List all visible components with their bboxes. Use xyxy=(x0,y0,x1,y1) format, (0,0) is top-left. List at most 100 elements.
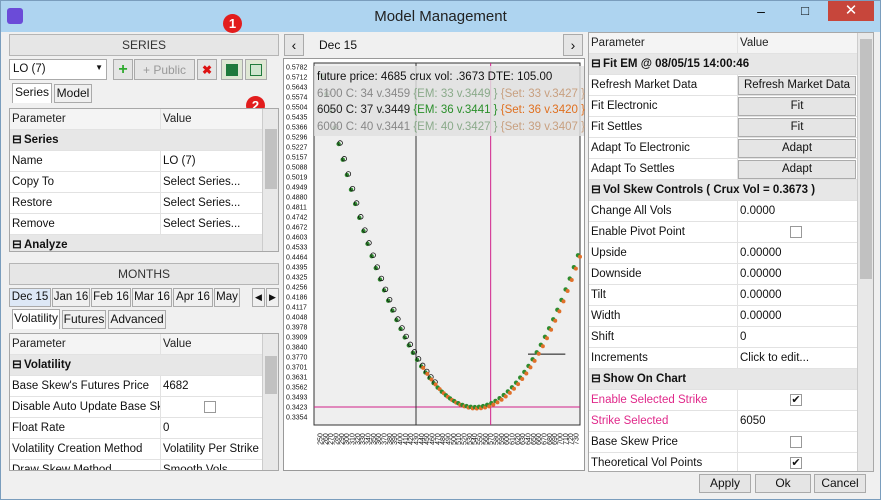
property-value[interactable]: Fit xyxy=(737,96,857,116)
category-row[interactable]: ⊟ Analyze xyxy=(10,235,262,251)
property-value[interactable]: LO (7) xyxy=(160,151,262,171)
property-value[interactable]: Click to edit... xyxy=(737,348,857,368)
property-row[interactable]: Upside 0.00000 xyxy=(589,243,857,264)
collapse-icon[interactable]: ⊟ xyxy=(10,130,24,150)
checkbox[interactable]: ✔ xyxy=(790,457,802,469)
property-value[interactable]: 0 xyxy=(737,327,857,347)
property-row[interactable]: Enable Selected Strike ✔ xyxy=(589,390,857,411)
collapse-icon[interactable]: ⊟ xyxy=(10,235,24,251)
property-value[interactable] xyxy=(737,432,857,452)
grid-action-button[interactable]: Adapt xyxy=(738,139,856,158)
property-row[interactable]: Refresh Market Data Refresh Market Data xyxy=(589,75,857,96)
property-row[interactable]: Tilt 0.00000 xyxy=(589,285,857,306)
import-excel-button[interactable] xyxy=(245,59,267,80)
vertical-scrollbar[interactable] xyxy=(262,334,278,470)
month-tab[interactable]: Mar 16 xyxy=(132,288,172,307)
property-row[interactable]: Theoretical Vol Points ✔ xyxy=(589,453,857,471)
month-scroll-right-button[interactable]: ▶ xyxy=(266,288,279,307)
month-tab[interactable]: Dec 15 xyxy=(9,288,51,307)
checkbox[interactable] xyxy=(790,436,802,448)
tab-volatility[interactable]: Volatility xyxy=(12,309,60,329)
category-row[interactable]: ⊟ Fit EM @ 08/05/15 14:00:46 xyxy=(589,54,857,75)
property-value[interactable]: Smooth Vols xyxy=(160,460,262,470)
month-scroll-left-button[interactable]: ◀ xyxy=(252,288,265,307)
property-value[interactable]: 4682 xyxy=(160,376,262,396)
scrollbar-thumb[interactable] xyxy=(860,39,872,279)
property-row[interactable]: Base Skew Price xyxy=(589,432,857,453)
property-row[interactable]: Fit Settles Fit xyxy=(589,117,857,138)
property-row[interactable]: Downside 0.00000 xyxy=(589,264,857,285)
grid-action-button[interactable]: Fit xyxy=(738,118,856,137)
grid-action-button[interactable]: Fit xyxy=(738,97,856,116)
category-row[interactable]: ⊟ Series xyxy=(10,130,262,151)
add-series-button[interactable]: + xyxy=(113,59,133,80)
category-row[interactable]: ⊟ Show On Chart xyxy=(589,369,857,390)
tab-series[interactable]: Series xyxy=(12,83,52,103)
property-value[interactable]: Select Series... xyxy=(160,214,262,234)
next-month-button[interactable]: › xyxy=(563,34,583,56)
maximize-button[interactable]: □ xyxy=(792,1,818,21)
property-value[interactable]: ✔ xyxy=(737,453,857,471)
scrollbar-thumb[interactable] xyxy=(265,356,277,394)
property-value[interactable]: Select Series... xyxy=(160,172,262,192)
prev-month-button[interactable]: ‹ xyxy=(284,34,304,56)
tab-futures[interactable]: Futures xyxy=(62,310,106,329)
cancel-button[interactable]: Cancel xyxy=(814,474,866,493)
property-row[interactable]: Width 0.00000 xyxy=(589,306,857,327)
delete-series-button[interactable]: ✖ xyxy=(197,59,217,80)
month-tab[interactable]: Feb 16 xyxy=(91,288,131,307)
property-row[interactable]: Increments Click to edit... xyxy=(589,348,857,369)
skew-chart[interactable]: 0.5782 0.5712 0.5643 0.5574 0.5504 0.5435 0.53… xyxy=(283,58,585,471)
series-select[interactable]: LO (7) ▼ xyxy=(9,59,107,80)
property-row[interactable]: Enable Pivot Point xyxy=(589,222,857,243)
category-row[interactable]: ⊟ Vol Skew Controls ( Crux Vol = 0.3673 ) xyxy=(589,180,857,201)
property-value[interactable]: Volatility Per Strike xyxy=(160,439,262,459)
property-row[interactable]: Strike Selected 6050 xyxy=(589,411,857,432)
property-value[interactable]: Adapt xyxy=(737,138,857,158)
scrollbar-thumb[interactable] xyxy=(265,129,277,189)
property-row[interactable]: Draw Skew Method Smooth Vols xyxy=(10,460,262,470)
property-value[interactable]: 6050 xyxy=(737,411,857,431)
property-row[interactable]: Fit Electronic Fit xyxy=(589,96,857,117)
property-value[interactable] xyxy=(737,222,857,242)
export-excel-button[interactable] xyxy=(221,59,243,80)
property-value[interactable]: 0.00000 xyxy=(737,285,857,305)
grid-action-button[interactable]: Adapt xyxy=(738,160,856,179)
month-tab[interactable]: Jan 16 xyxy=(52,288,90,307)
category-row[interactable]: ⊟ Volatility xyxy=(10,355,262,376)
property-row[interactable]: Float Rate 0 xyxy=(10,418,262,439)
property-row[interactable]: Disable Auto Update Base Ske xyxy=(10,397,262,418)
property-row[interactable]: Copy To Select Series... xyxy=(10,172,262,193)
property-value[interactable]: 0.00000 xyxy=(737,264,857,284)
collapse-icon[interactable]: ⊟ xyxy=(589,369,603,389)
month-tab[interactable]: May xyxy=(214,288,240,307)
property-value[interactable]: 0.00000 xyxy=(737,306,857,326)
property-value[interactable]: 0 xyxy=(160,418,262,438)
tab-advanced[interactable]: Advanced xyxy=(108,310,166,329)
checkbox[interactable] xyxy=(790,226,802,238)
apply-button[interactable]: Apply xyxy=(699,474,751,493)
property-row[interactable]: Change All Vols 0.0000 xyxy=(589,201,857,222)
property-value[interactable]: Fit xyxy=(737,117,857,137)
property-row[interactable]: Adapt To Electronic Adapt xyxy=(589,138,857,159)
checkbox[interactable] xyxy=(204,401,216,413)
grid-action-button[interactable]: Refresh Market Data xyxy=(738,76,856,95)
collapse-icon[interactable]: ⊟ xyxy=(10,355,24,375)
property-value[interactable]: ✔ xyxy=(737,390,857,410)
property-row[interactable]: Shift 0 xyxy=(589,327,857,348)
checkbox[interactable]: ✔ xyxy=(790,394,802,406)
property-value[interactable]: Adapt xyxy=(737,159,857,179)
collapse-icon[interactable]: ⊟ xyxy=(589,54,603,74)
property-row[interactable]: Volatility Creation Method Volatility Per… xyxy=(10,439,262,460)
property-row[interactable]: Restore Select Series... xyxy=(10,193,262,214)
property-value[interactable]: 0.00000 xyxy=(737,243,857,263)
public-button[interactable]: + Public xyxy=(134,59,195,80)
property-value[interactable] xyxy=(160,397,262,417)
property-value[interactable]: Refresh Market Data xyxy=(737,75,857,95)
month-tab[interactable]: Apr 16 xyxy=(173,288,213,307)
vertical-scrollbar[interactable] xyxy=(857,33,873,471)
ok-button[interactable]: Ok xyxy=(755,474,811,493)
close-button[interactable]: ✕ xyxy=(828,1,874,21)
vertical-scrollbar[interactable] xyxy=(262,109,278,251)
property-row[interactable]: Remove Select Series... xyxy=(10,214,262,235)
